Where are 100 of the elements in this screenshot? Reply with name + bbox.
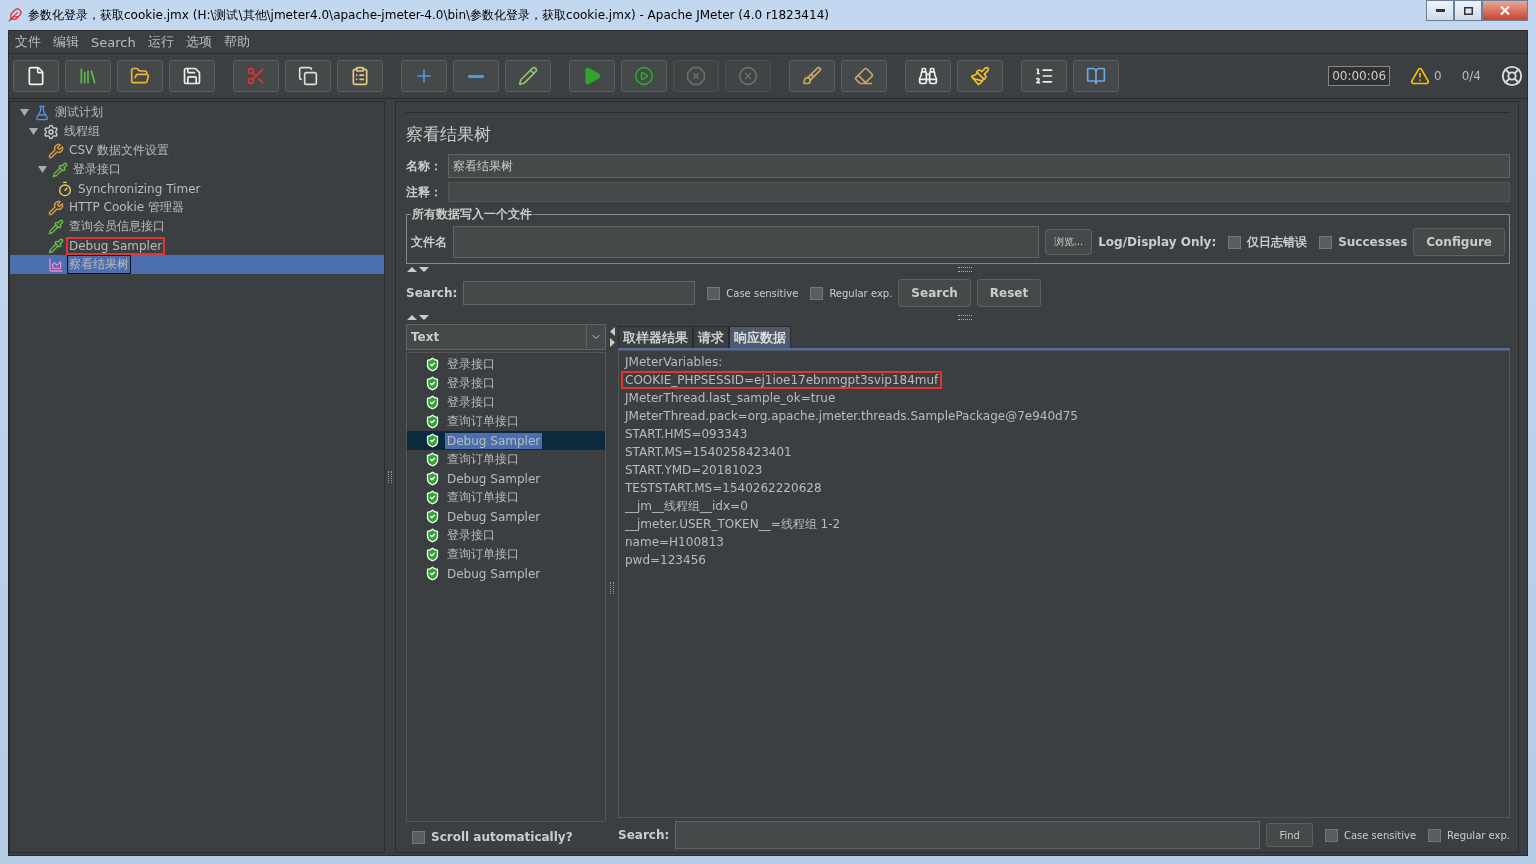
toolbar-button[interactable] [13,60,59,92]
result-item[interactable]: 查询订单接口 [407,412,605,431]
tree-item[interactable]: 查询会员信息接口 [10,217,384,236]
toolbar-button[interactable] [169,60,215,92]
split-arrows-icon[interactable] [406,313,430,321]
pipette-icon [48,237,64,254]
folder-icon [130,66,150,86]
menu-item[interactable]: 帮助 [219,31,254,53]
search-field[interactable] [463,281,696,305]
success-shield-icon [425,433,440,448]
toolbar-button[interactable] [789,60,835,92]
stopwatch-icon [57,180,73,197]
gear-icon [43,123,59,140]
result-item[interactable]: Debug Sampler [407,507,605,526]
books-icon [78,66,98,86]
menu-item[interactable]: 运行 [143,31,178,53]
success-shield-icon [425,395,440,410]
cut-icon [246,66,266,86]
tree-item[interactable]: Debug Sampler [10,236,384,255]
case-checkbox[interactable] [707,286,721,300]
minimize-button[interactable] [1426,0,1454,21]
response-line: START.MS=1540258423401 [624,444,793,461]
split-arrows-icon[interactable] [608,326,616,348]
expanded-triangle-icon[interactable] [27,127,40,136]
tree-item[interactable]: Synchronizing Timer [10,179,384,198]
result-item[interactable]: Debug Sampler [407,469,605,488]
scroll-checkbox[interactable] [412,830,425,844]
tab[interactable]: 响应数据 [729,326,791,348]
toolbar-button[interactable] [117,60,163,92]
reset-button[interactable]: Reset [976,279,1042,307]
result-label: 查询订单接口 [446,546,520,563]
toolbar-button[interactable] [1073,60,1119,92]
checkbox-label: Successes [1338,235,1408,249]
toolbar-button[interactable] [285,60,331,92]
split-arrows-icon[interactable] [406,265,430,273]
result-item[interactable]: 查询订单接口 [407,450,605,469]
menu-item[interactable]: 文件 [11,31,45,53]
errors-checkbox[interactable] [1228,235,1242,249]
toolbar-button[interactable] [905,60,951,92]
toolbar-button[interactable] [957,60,1003,92]
tree-label: 线程组 [63,123,101,140]
find-field[interactable] [675,821,1261,849]
response-line: START.YMD=20181023 [624,462,764,479]
chart-icon [48,256,64,273]
flask-icon [34,104,50,121]
regex-checkbox[interactable] [1428,828,1442,842]
configure-button[interactable]: Configure [1413,228,1505,256]
result-item[interactable]: 查询订单接口 [407,488,605,507]
response-line: __jmeter.USER_TOKEN__=线程组 1-2 [624,515,842,533]
toolbar-button[interactable] [1021,60,1067,92]
result-label: Debug Sampler [446,508,542,525]
expanded-triangle-icon[interactable] [36,165,49,174]
renderer-dropdown[interactable]: Text [406,324,606,350]
menu-item[interactable]: 选项 [181,31,216,53]
search-button[interactable]: Search [898,279,971,307]
warning-count: 0 [1434,69,1442,83]
minus-icon [468,74,484,78]
tree-item[interactable]: 线程组 [10,122,384,141]
checkbox-label: 仅日志错误 [1247,233,1308,251]
menu-item[interactable]: 编辑 [49,31,83,53]
tree-label: CSV 数据文件设置 [68,142,171,159]
maximize-button[interactable] [1454,0,1482,21]
tree-item[interactable]: CSV 数据文件设置 [10,141,384,160]
name-field[interactable]: 察看结果树 [448,154,1510,178]
menu-item[interactable]: Search [87,32,140,52]
result-label: 登录接口 [446,375,496,392]
eraser-icon [854,66,874,86]
tree-item[interactable]: 测试计划 [10,103,384,122]
tree-item[interactable]: HTTP Cookie 管理器 [10,198,384,217]
filename-field[interactable] [453,226,1039,258]
toolbar-button[interactable] [65,60,111,92]
expanded-triangle-icon[interactable] [18,108,31,117]
elapsed-time: 00:00:06 [1328,66,1391,86]
result-item[interactable]: 登录接口 [407,393,605,412]
binoculars-icon [918,66,938,86]
case-checkbox[interactable] [1324,828,1338,842]
regex-checkbox[interactable] [810,286,824,300]
toolbar-button[interactable] [337,60,383,92]
successes-checkbox[interactable] [1319,235,1333,249]
copy-icon [298,66,318,86]
panel-title: 察看结果树 [406,112,1510,152]
tree-label: HTTP Cookie 管理器 [68,199,186,216]
tree-label: Debug Sampler [66,236,166,255]
tab[interactable]: 取样器结果 [618,326,693,348]
warning-icon[interactable] [1410,66,1431,86]
browse-button[interactable]: 浏览... [1044,229,1093,255]
result-item[interactable]: 登录接口 [407,374,605,393]
result-label: Debug Sampler [446,565,542,582]
result-item[interactable]: 查询订单接口 [407,545,605,564]
toolbar-button[interactable] [841,60,887,92]
comment-field[interactable] [448,182,1510,202]
tree-item[interactable]: 登录接口 [10,160,384,179]
toolbar-button[interactable] [505,60,551,92]
find-button[interactable]: Find [1266,823,1313,847]
result-item[interactable]: Debug Sampler [407,564,605,583]
result-item[interactable]: 登录接口 [407,355,605,374]
feather-icon [8,8,22,22]
close-button[interactable] [1482,0,1528,21]
tab[interactable]: 请求 [693,326,729,348]
result-item[interactable]: 登录接口 [407,526,605,545]
